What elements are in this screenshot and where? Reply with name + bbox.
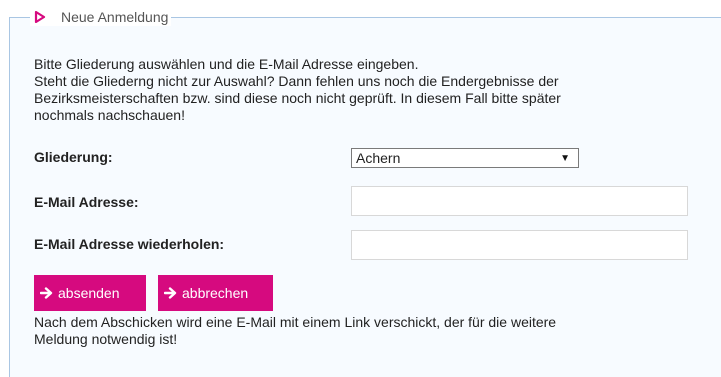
submit-button-label: absenden xyxy=(58,285,120,301)
gliederung-select[interactable]: Achern ▼ xyxy=(351,148,579,168)
note-line: Meldung notwendig ist! xyxy=(34,331,178,347)
note-line: Nach dem Abschicken wird eine E-Mail mit… xyxy=(34,314,557,330)
intro-line: Bezirksmeisterschaften bzw. sind diese n… xyxy=(34,90,561,106)
submit-button[interactable]: absenden xyxy=(34,275,146,311)
email-repeat-input[interactable] xyxy=(351,230,688,260)
submit-note: Nach dem Abschicken wird eine E-Mail mit… xyxy=(34,314,714,348)
intro-text: Bitte Gliederung auswählen und die E-Mai… xyxy=(34,56,714,124)
intro-line: Steht die Gliederng nicht zur Auswahl? D… xyxy=(34,73,559,89)
caret-down-icon: ▼ xyxy=(560,153,570,164)
email-label: E-Mail Adresse: xyxy=(34,194,139,210)
cancel-button[interactable]: abbrechen xyxy=(158,275,273,311)
email-repeat-label: E-Mail Adresse wiederholen: xyxy=(34,236,225,252)
fieldset-legend: Neue Anmeldung xyxy=(30,8,172,26)
intro-line: nochmals nachschauen! xyxy=(34,107,185,123)
arrow-right-icon xyxy=(40,286,54,300)
legend-title: Neue Anmeldung xyxy=(61,9,169,25)
gliederung-label: Gliederung: xyxy=(34,149,113,165)
intro-line: Bitte Gliederung auswählen und die E-Mai… xyxy=(34,56,419,72)
email-input[interactable] xyxy=(351,186,688,216)
cancel-button-label: abbrechen xyxy=(182,285,249,301)
play-triangle-icon xyxy=(34,8,52,26)
arrow-right-icon xyxy=(164,286,178,300)
gliederung-selected-value: Achern xyxy=(356,150,401,166)
